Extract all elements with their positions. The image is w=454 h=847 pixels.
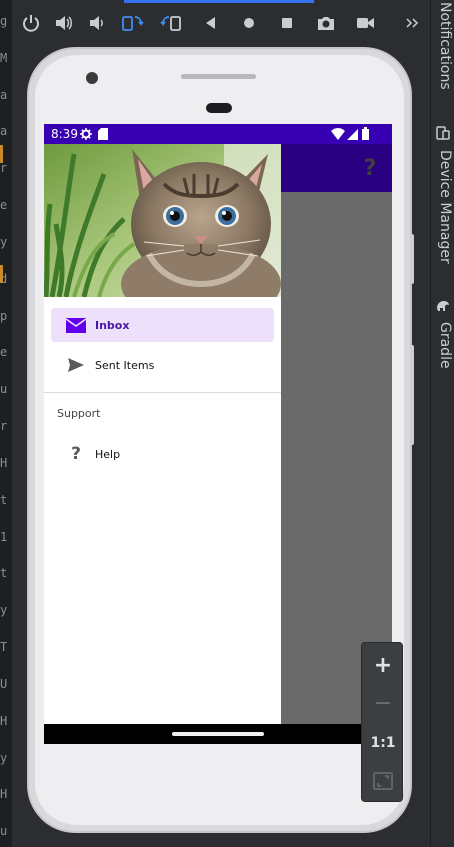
front-camera <box>86 72 98 84</box>
gutter-char: e <box>0 198 8 212</box>
settings-status-icon <box>80 128 92 140</box>
gutter-char: y <box>0 603 8 617</box>
gutter-char: r <box>0 161 8 175</box>
status-bar: 8:39 <box>44 124 392 144</box>
zoom-actual-size-button[interactable]: 1:1 <box>362 725 404 761</box>
nav-item-inbox[interactable]: Inbox <box>51 308 274 342</box>
fit-screen-icon <box>373 772 393 790</box>
gradle-icon <box>437 301 449 311</box>
help-action-icon[interactable]: ? <box>360 156 380 182</box>
rotate-right-icon[interactable] <box>158 12 184 34</box>
gutter-char: g <box>0 14 8 28</box>
drawer-divider <box>44 392 281 393</box>
device-side-button[interactable] <box>410 234 414 284</box>
back-icon[interactable] <box>200 12 222 34</box>
gutter-char: p <box>0 309 8 323</box>
gutter-char: H <box>0 714 8 728</box>
earpiece <box>206 103 232 113</box>
gutter-change-marker <box>0 265 3 283</box>
video-icon[interactable] <box>354 12 376 34</box>
zoom-out-button[interactable]: − <box>362 685 404 721</box>
drawer-header-kitten-image <box>44 144 281 297</box>
device-manager-icon <box>436 126 450 140</box>
home-icon[interactable] <box>238 12 260 34</box>
overview-icon[interactable] <box>276 12 298 34</box>
volume-up-icon[interactable] <box>52 12 74 34</box>
emulator-window: gMaareydpeurHt1tyTUHyHu Notifications De… <box>0 0 454 847</box>
nav-item-label: Help <box>95 447 121 461</box>
section-header-support: Support <box>57 407 101 420</box>
device-volume-button[interactable] <box>410 345 414 445</box>
zoom-fit-screen-button[interactable] <box>362 763 404 799</box>
nav-item-label: Inbox <box>95 318 130 332</box>
gutter-char: y <box>0 751 8 765</box>
nav-item-sent-items[interactable]: Sent Items <box>51 348 274 382</box>
power-icon[interactable] <box>20 12 42 34</box>
home-gesture-pill[interactable] <box>172 732 264 736</box>
toolbar-accent <box>124 0 314 3</box>
battery-icon <box>362 127 369 140</box>
tool-window-strip: Notifications Device Manager Gradle <box>430 0 454 847</box>
gutter-char: T <box>0 640 8 654</box>
volume-down-icon[interactable] <box>85 12 107 34</box>
rotate-left-icon[interactable] <box>120 12 146 34</box>
signal-icon <box>347 129 358 140</box>
emulator-toolbar <box>12 0 430 46</box>
more-icon[interactable] <box>404 12 422 34</box>
device-screen[interactable]: 8:39 ? Inbox Sent Items Support ? Help <box>44 124 392 744</box>
gutter-char: U <box>0 677 8 691</box>
gutter-char: H <box>0 787 8 801</box>
gutter-char: t <box>0 493 8 507</box>
gutter-char: 1 <box>0 530 8 544</box>
sd-card-icon <box>98 128 108 140</box>
gutter-change-marker <box>0 145 3 163</box>
gutter-char: e <box>0 345 8 359</box>
gutter-char: r <box>0 419 8 433</box>
gutter-char: y <box>0 235 8 249</box>
gradle-tab[interactable]: Gradle <box>433 322 453 369</box>
gutter-char: u <box>0 824 8 838</box>
zoom-controls: + − 1:1 <box>361 642 403 802</box>
gutter-char: a <box>0 124 8 138</box>
camera-icon[interactable] <box>315 12 337 34</box>
gutter-char: a <box>0 88 8 102</box>
gutter-char: t <box>0 566 8 580</box>
top-speaker <box>181 74 256 79</box>
mail-icon <box>61 317 91 333</box>
gutter-char: H <box>0 456 8 470</box>
device-manager-tab[interactable]: Device Manager <box>433 150 453 264</box>
gutter-char: u <box>0 382 8 396</box>
send-icon <box>61 358 91 372</box>
navigation-drawer: Inbox Sent Items Support ? Help <box>44 144 281 724</box>
status-time: 8:39 <box>51 127 78 141</box>
zoom-in-button[interactable]: + <box>362 647 404 683</box>
nav-item-help[interactable]: ? Help <box>51 437 274 471</box>
gutter-char: M <box>0 51 8 65</box>
wifi-icon <box>331 128 345 140</box>
nav-item-label: Sent Items <box>95 358 155 372</box>
notifications-tab[interactable]: Notifications <box>433 2 453 90</box>
help-icon: ? <box>71 443 81 464</box>
editor-gutter: gMaareydpeurHt1tyTUHyHu <box>0 0 12 847</box>
